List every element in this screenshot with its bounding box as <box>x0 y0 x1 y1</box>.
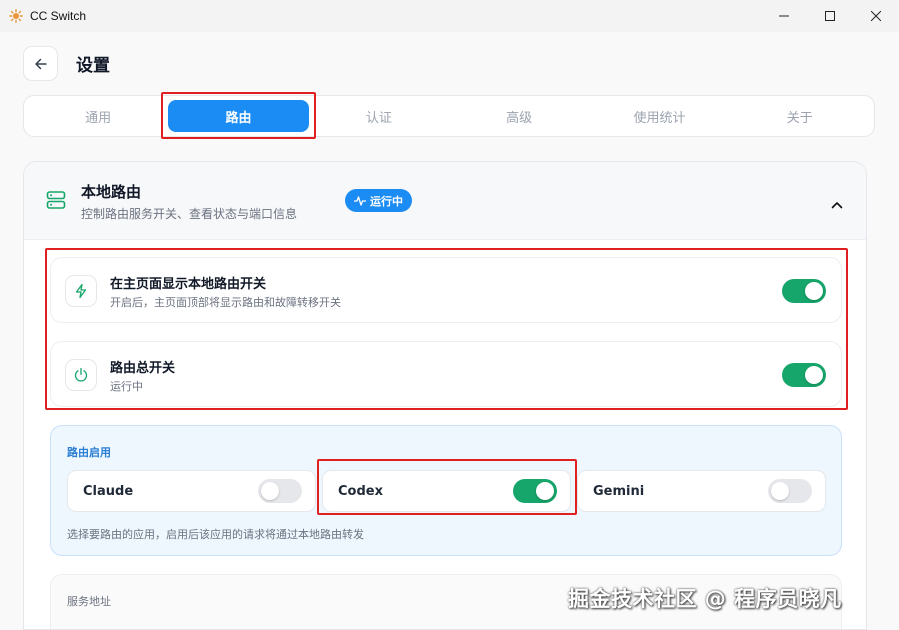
maximize-button[interactable] <box>807 0 853 32</box>
window-title: CC Switch <box>30 9 87 23</box>
gemini-route-toggle[interactable] <box>768 479 812 503</box>
activity-icon <box>354 195 366 206</box>
title-bar: CC Switch <box>0 0 899 32</box>
claude-route-toggle[interactable] <box>258 479 302 503</box>
maximize-icon <box>825 11 835 21</box>
app-item-gemini: Gemini <box>577 470 826 512</box>
minimize-button[interactable] <box>761 0 807 32</box>
status-badge-label: 运行中 <box>370 194 403 208</box>
local-routing-header[interactable]: 本地路由 控制路由服务开关、查看状态与端口信息 运行中 <box>24 162 866 240</box>
status-badge: 运行中 <box>345 189 412 212</box>
app-name: Gemini <box>593 484 645 499</box>
settings-tabs: 通用 路由 认证 高级 使用统计 关于 <box>23 95 875 137</box>
page-title: 设置 <box>76 56 110 76</box>
arrow-left-icon <box>34 58 47 69</box>
close-icon <box>871 11 881 21</box>
minimize-icon <box>779 15 789 17</box>
tab-auth[interactable]: 认证 <box>309 100 449 132</box>
highlight-settings-rows <box>45 248 848 410</box>
tab-usage-stats[interactable]: 使用统计 <box>589 100 729 132</box>
service-address-label: 服务地址 <box>67 595 111 608</box>
routing-apps-hint: 选择要路由的应用，启用后该应用的请求将通过本地路由转发 <box>67 528 364 541</box>
tab-general[interactable]: 通用 <box>28 100 168 132</box>
highlight-codex <box>317 459 577 515</box>
app-logo-icon <box>9 9 23 23</box>
app-name: Claude <box>83 484 134 499</box>
watermark: 掘金技术社区 @ 程序员晓凡 <box>568 587 842 611</box>
close-button[interactable] <box>853 0 899 32</box>
chevron-up-icon[interactable] <box>831 194 843 213</box>
app-item-claude: Claude <box>67 470 316 512</box>
server-icon <box>46 190 66 214</box>
section-subtitle: 控制路由服务开关、查看状态与端口信息 <box>81 207 298 221</box>
tab-about[interactable]: 关于 <box>730 100 870 132</box>
section-title: 本地路由 <box>81 183 142 201</box>
tab-advanced[interactable]: 高级 <box>449 100 589 132</box>
back-button[interactable] <box>23 46 58 81</box>
highlight-routing-tab <box>161 92 316 139</box>
routing-apps-label: 路由启用 <box>67 446 111 459</box>
